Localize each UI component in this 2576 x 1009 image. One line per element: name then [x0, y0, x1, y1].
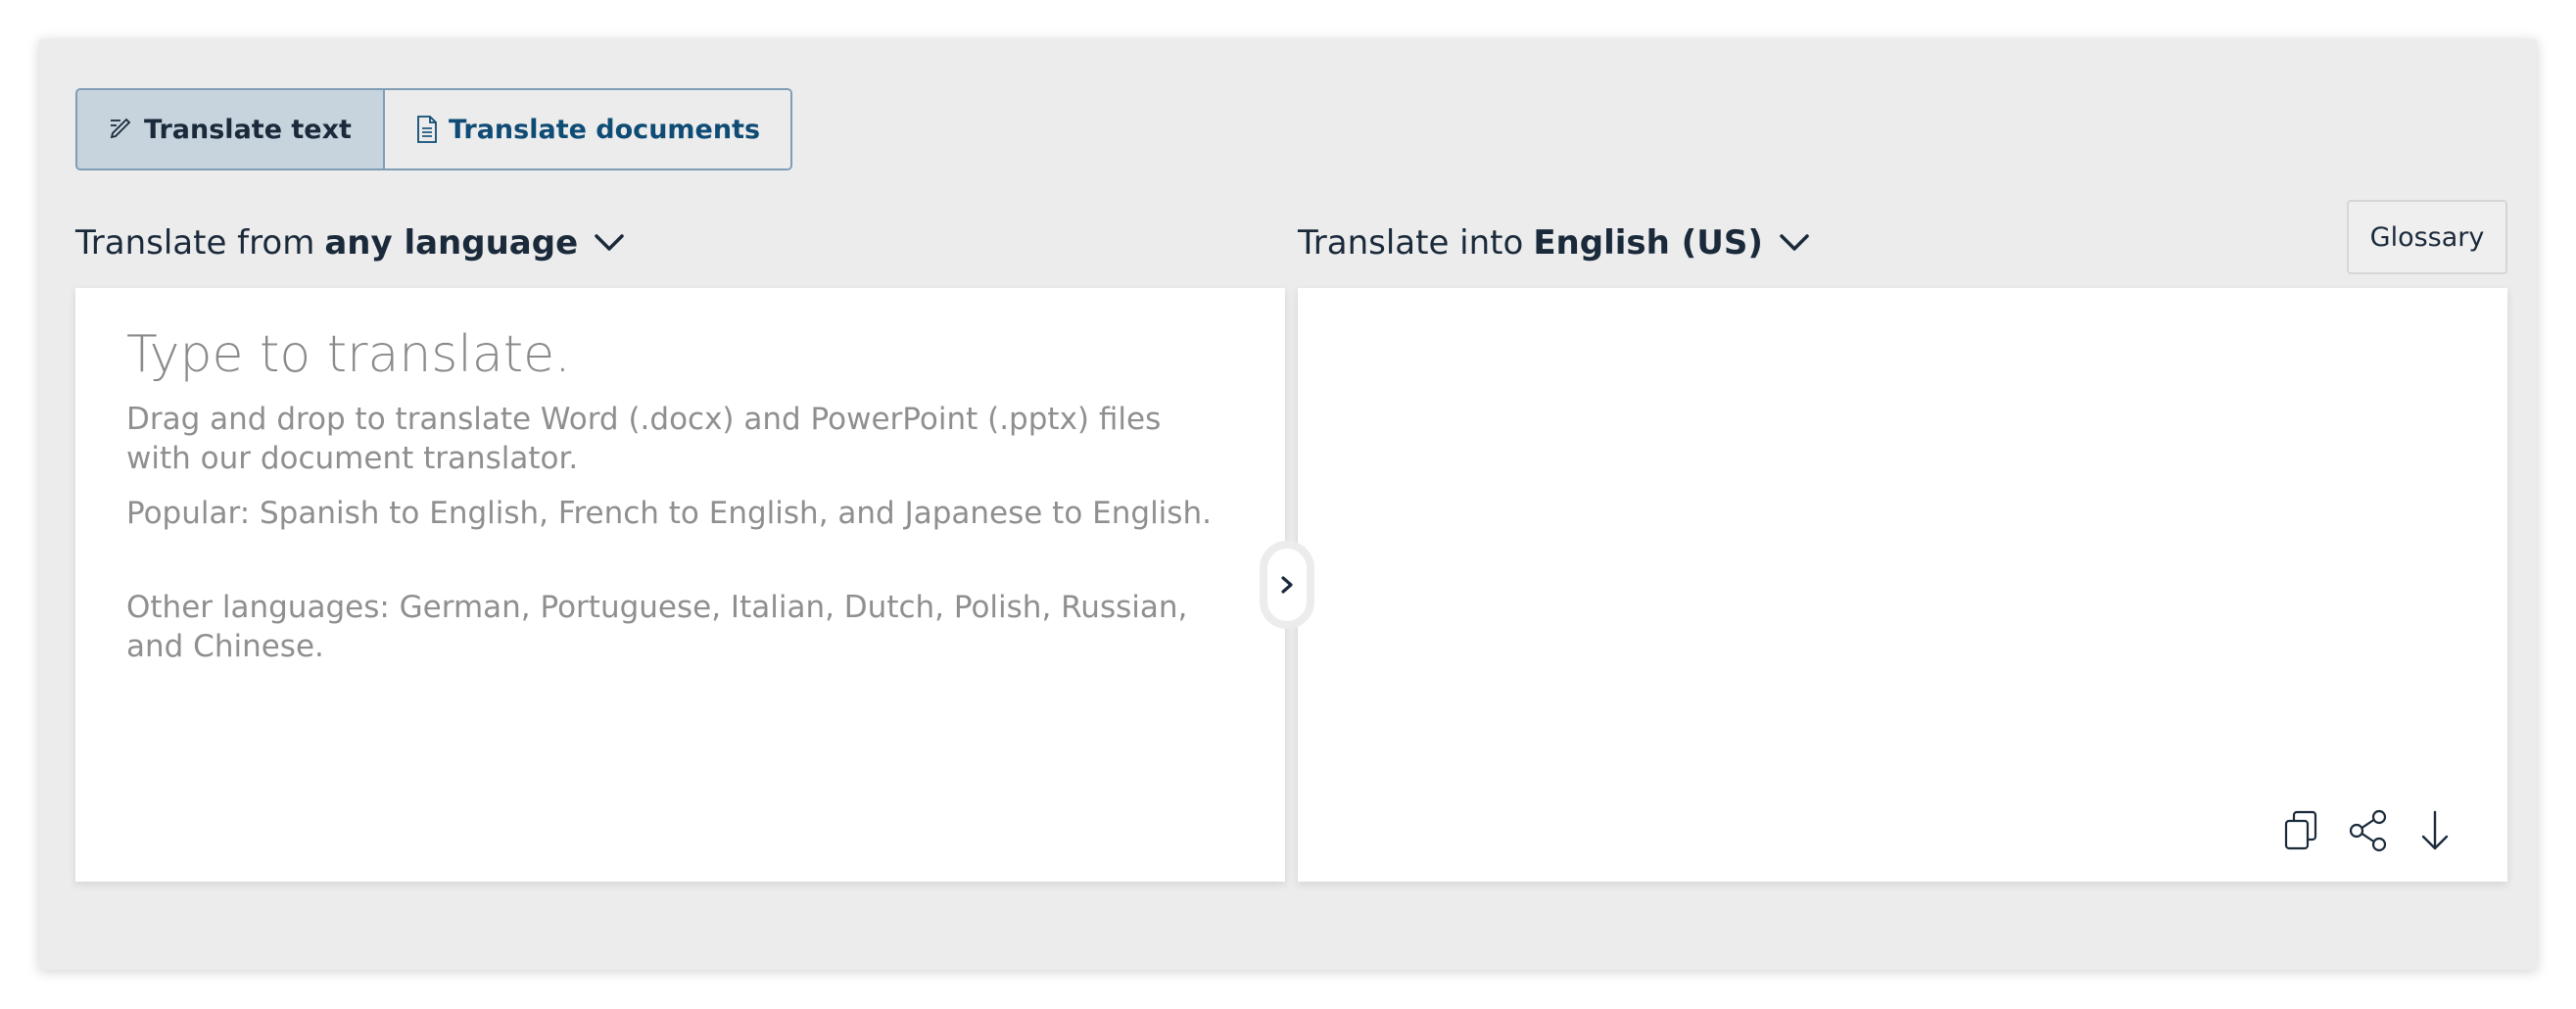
drag-drop-hint: Drag and drop to translate Word (.docx) …: [126, 402, 1162, 476]
download-icon: [2421, 810, 2449, 850]
chevron-down-icon: [1780, 234, 1809, 251]
share-button[interactable]: [2347, 807, 2390, 854]
source-text-area[interactable]: Type to translate. Drag and drop to tran…: [75, 288, 1285, 882]
copy-button[interactable]: [2280, 807, 2323, 854]
popular-languages-hint: Popular: Spanish to English, French to E…: [126, 496, 1212, 531]
source-language-prefix: Translate from: [75, 223, 315, 263]
copy-icon: [2284, 810, 2317, 850]
mode-tabs: Translate text Translate documents: [75, 88, 792, 170]
tab-translate-text-label: Translate text: [144, 114, 352, 145]
other-languages-hint: Other languages: German, Portuguese, Ita…: [126, 590, 1188, 664]
target-language-selector[interactable]: Translate into English (US): [1298, 214, 1810, 272]
translator-panel: Translate text Translate documents Trans…: [39, 39, 2537, 970]
target-actions: [2280, 807, 2457, 854]
tab-translate-documents[interactable]: Translate documents: [385, 90, 790, 168]
target-text-area: [1298, 288, 2507, 882]
chevron-right-icon: [1281, 576, 1293, 594]
target-language-prefix: Translate into: [1298, 223, 1524, 263]
glossary-button[interactable]: Glossary: [2347, 200, 2507, 274]
source-language-selector[interactable]: Translate from any language: [75, 214, 625, 272]
chevron-down-icon: [595, 234, 624, 251]
pen-edit-icon: [110, 118, 131, 139]
target-language-value: English (US): [1533, 223, 1763, 263]
share-icon: [2349, 809, 2387, 852]
source-language-value: any language: [324, 223, 579, 263]
tab-translate-text[interactable]: Translate text: [77, 90, 385, 168]
download-button[interactable]: [2413, 807, 2457, 854]
source-placeholder: Type to translate.: [126, 325, 571, 384]
swap-languages-button[interactable]: [1260, 541, 1314, 629]
document-icon: [417, 116, 437, 143]
tab-translate-documents-label: Translate documents: [448, 114, 761, 145]
